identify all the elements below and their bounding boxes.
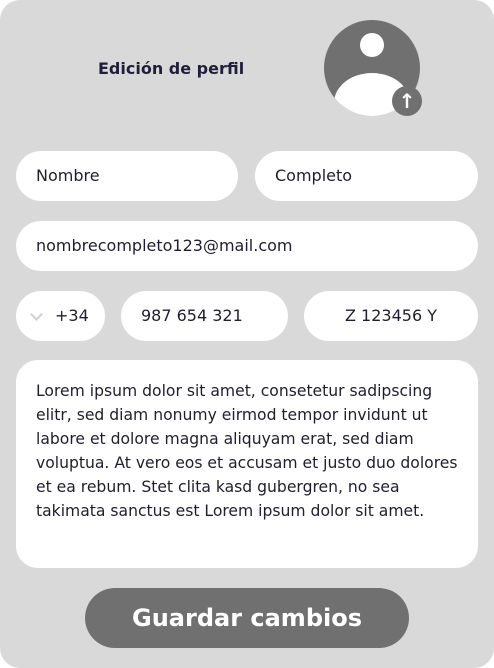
profile-edit-card: Edición de perfil ↑ Nombre Completo nomb… [0,0,494,668]
country-code-value: +34 [55,306,89,325]
save-button[interactable]: Guardar cambios [85,588,409,648]
page-title: Edición de perfil [98,59,245,78]
phone-input[interactable]: 987 654 321 [121,291,288,341]
arrow-up-icon: ↑ [398,89,416,113]
upload-photo-button[interactable]: ↑ [392,86,422,116]
country-code-select[interactable]: +34 [16,291,105,341]
id-number-input[interactable]: Z 123456 Y [304,291,478,341]
chevron-down-icon [30,308,43,321]
avatar-head [360,33,384,57]
bio-textarea[interactable]: Lorem ipsum dolor sit amet, consetetur s… [16,360,478,568]
last-name-input[interactable]: Completo [255,151,478,201]
email-input[interactable]: nombrecompleto123@mail.com [16,221,478,271]
first-name-input[interactable]: Nombre [16,151,238,201]
